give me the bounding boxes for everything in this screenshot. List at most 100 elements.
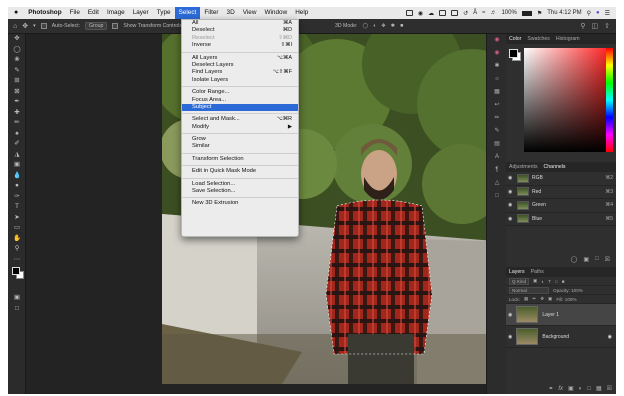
- menu-file[interactable]: File: [66, 7, 84, 19]
- tab-adjustments[interactable]: Adjustments: [509, 164, 538, 170]
- menu-edit[interactable]: Edit: [84, 7, 103, 19]
- filter-adjust-icon[interactable]: ◐: [541, 279, 544, 284]
- clone-source-icon[interactable]: ▤: [487, 138, 507, 151]
- menu-item-new-3d-extrusion[interactable]: New 3D Extrusion: [182, 200, 298, 207]
- group-dropdown[interactable]: Group: [84, 22, 108, 30]
- menu-layer[interactable]: Layer: [129, 7, 153, 19]
- apple-icon[interactable]: ●: [8, 7, 22, 19]
- zoom-tool-icon[interactable]: ⚲: [8, 244, 26, 255]
- path-select-tool-icon[interactable]: ➤: [8, 213, 26, 224]
- notification-icon[interactable]: ☰: [605, 10, 610, 17]
- menu-type[interactable]: Type: [153, 7, 175, 19]
- window-icon[interactable]: [451, 10, 459, 16]
- menu-window[interactable]: Window: [260, 7, 291, 19]
- layer-row-background[interactable]: ◉ Background ◉: [506, 326, 616, 348]
- eye-icon[interactable]: ◉: [508, 189, 514, 195]
- color-swatches[interactable]: [8, 265, 25, 287]
- menu-item-focus-area[interactable]: Focus Area...: [182, 97, 298, 104]
- menu-help[interactable]: Help: [291, 7, 312, 19]
- filter-type-icon[interactable]: T: [548, 279, 551, 284]
- auto-select-checkbox[interactable]: [40, 23, 47, 29]
- lock-position-icon[interactable]: ✥: [540, 296, 544, 302]
- menu-image[interactable]: Image: [103, 7, 129, 19]
- tab-histogram[interactable]: Histogram: [556, 36, 580, 42]
- more-tools-icon[interactable]: ⋯: [8, 255, 26, 266]
- menu-3d[interactable]: 3D: [223, 7, 239, 19]
- quick-mask-icon[interactable]: ▣: [8, 293, 26, 304]
- tab-layers[interactable]: Layers: [509, 269, 525, 275]
- new-layer-icon[interactable]: ▦: [596, 385, 602, 392]
- save-channel-icon[interactable]: ▣: [583, 256, 589, 263]
- frame-tool-icon[interactable]: ⊠: [8, 87, 26, 98]
- menu-photoshop[interactable]: Photoshop: [22, 7, 65, 19]
- brush-tool-icon[interactable]: ✏: [8, 118, 26, 129]
- menu-item-modify[interactable]: Modify ▶: [182, 124, 298, 131]
- eyedropper-tool-icon[interactable]: ✒: [8, 97, 26, 108]
- cloud-icon[interactable]: ☁: [428, 10, 434, 17]
- quick-select-tool-icon[interactable]: ✎: [8, 66, 26, 77]
- libraries-icon[interactable]: ◉: [487, 34, 507, 47]
- bluetooth-icon[interactable]: Å: [473, 10, 477, 16]
- flag-icon[interactable]: ⚑: [537, 10, 542, 17]
- menu-item-all-layers[interactable]: All Layers ⌥⌘A: [182, 55, 298, 62]
- lasso-tool-icon[interactable]: ❀: [8, 55, 26, 66]
- actions-icon[interactable]: ✱: [487, 60, 507, 73]
- battery-label[interactable]: 100%: [501, 10, 516, 16]
- roll-3d-icon[interactable]: ◐: [373, 23, 376, 29]
- foreground-color[interactable]: [12, 267, 20, 275]
- battery-icon[interactable]: [521, 10, 532, 16]
- pan-3d-icon[interactable]: ✥: [381, 23, 385, 29]
- menu-item-similar[interactable]: Similar: [182, 143, 298, 150]
- opacity-field[interactable]: Opacity: 100%: [553, 288, 583, 293]
- eye-icon[interactable]: ◉: [508, 312, 512, 318]
- move-tool-icon[interactable]: ✥: [22, 22, 28, 30]
- menu-item-save-selection[interactable]: Save Selection...: [182, 188, 298, 195]
- fx-icon[interactable]: fx: [558, 386, 563, 392]
- search-icon[interactable]: ⚲: [580, 22, 585, 30]
- trash-icon[interactable]: ☒: [607, 385, 612, 392]
- pen-tool-icon[interactable]: ✑: [8, 192, 26, 203]
- menu-item-select-and-mask[interactable]: Select and Mask... ⌥⌘R: [182, 116, 298, 123]
- filter-shape-icon[interactable]: □: [555, 279, 558, 284]
- time-machine-icon[interactable]: ↺: [463, 10, 468, 17]
- group-icon[interactable]: □: [587, 386, 591, 392]
- tab-channels[interactable]: Channels: [544, 164, 566, 170]
- share-icon[interactable]: ⇧: [604, 22, 610, 30]
- slide-3d-icon[interactable]: ✱: [391, 23, 395, 29]
- mask-icon[interactable]: ▣: [568, 385, 574, 392]
- menu-filter[interactable]: Filter: [200, 7, 222, 19]
- menu-item-isolate-layers[interactable]: Isolate Layers: [182, 77, 298, 84]
- brush-settings-icon[interactable]: ✏: [487, 112, 507, 125]
- eye-icon[interactable]: ◉: [508, 216, 514, 222]
- shape-tool-icon[interactable]: ▭: [8, 223, 26, 234]
- new-channel-icon[interactable]: □: [595, 256, 599, 263]
- blur-tool-icon[interactable]: 💧: [8, 171, 26, 182]
- delete-channel-icon[interactable]: ☒: [605, 256, 610, 263]
- filter-pixel-icon[interactable]: ▣: [533, 278, 537, 284]
- marquee-tool-icon[interactable]: ◯: [8, 45, 26, 56]
- filter-smart-icon[interactable]: ■: [562, 279, 565, 284]
- spotlight-icon[interactable]: ⚲: [587, 10, 591, 17]
- menu-item-deselect-layers[interactable]: Deselect Layers: [182, 62, 298, 69]
- crop-tool-icon[interactable]: ⊞: [8, 76, 26, 87]
- fill-field[interactable]: Fill: 100%: [556, 297, 576, 302]
- properties-icon[interactable]: ◉: [487, 47, 507, 60]
- lock-pixels-icon[interactable]: ▦: [524, 296, 528, 302]
- healing-tool-icon[interactable]: ✚: [8, 108, 26, 119]
- paths-icon[interactable]: ✎: [487, 125, 507, 138]
- menu-item-find-layers[interactable]: Find Layers ⌥⇧⌘F: [182, 69, 298, 76]
- tab-paths[interactable]: Paths: [531, 269, 544, 275]
- 3d-icon[interactable]: △: [487, 177, 507, 190]
- color-picker-field[interactable]: [524, 48, 612, 152]
- load-channel-icon[interactable]: ◯: [571, 256, 578, 263]
- tab-color[interactable]: Color: [509, 36, 521, 42]
- transform-checkbox[interactable]: [112, 23, 119, 29]
- styles-icon[interactable]: ▦: [487, 86, 507, 99]
- adjust-icon[interactable]: ☼: [487, 73, 507, 86]
- hue-slider[interactable]: [606, 48, 613, 152]
- menu-item-color-range[interactable]: Color Range...: [182, 89, 298, 96]
- siri-icon[interactable]: ●: [596, 10, 600, 16]
- paragraph-icon[interactable]: ¶: [487, 164, 507, 177]
- record-icon[interactable]: ◉: [418, 10, 423, 17]
- clock[interactable]: Thu 4:12 PM: [547, 10, 581, 16]
